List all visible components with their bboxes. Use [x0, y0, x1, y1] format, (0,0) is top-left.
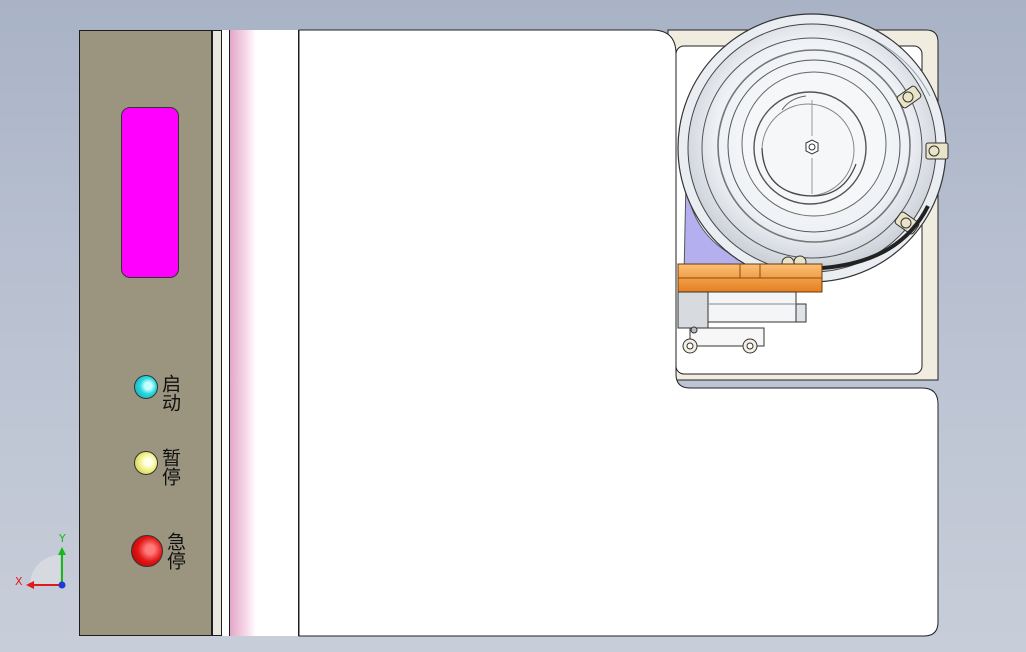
cad-viewport[interactable]: 启动 暂停 急停 X Y: [0, 0, 1026, 652]
vibratory-feeder-bowl: [677, 13, 947, 283]
machine-drawing: [26, 13, 949, 637]
coordinate-triad: [26, 547, 66, 589]
linear-feed-rail: [677, 263, 823, 293]
x-axis-label: X: [15, 575, 23, 588]
y-axis-label: Y: [59, 532, 66, 545]
